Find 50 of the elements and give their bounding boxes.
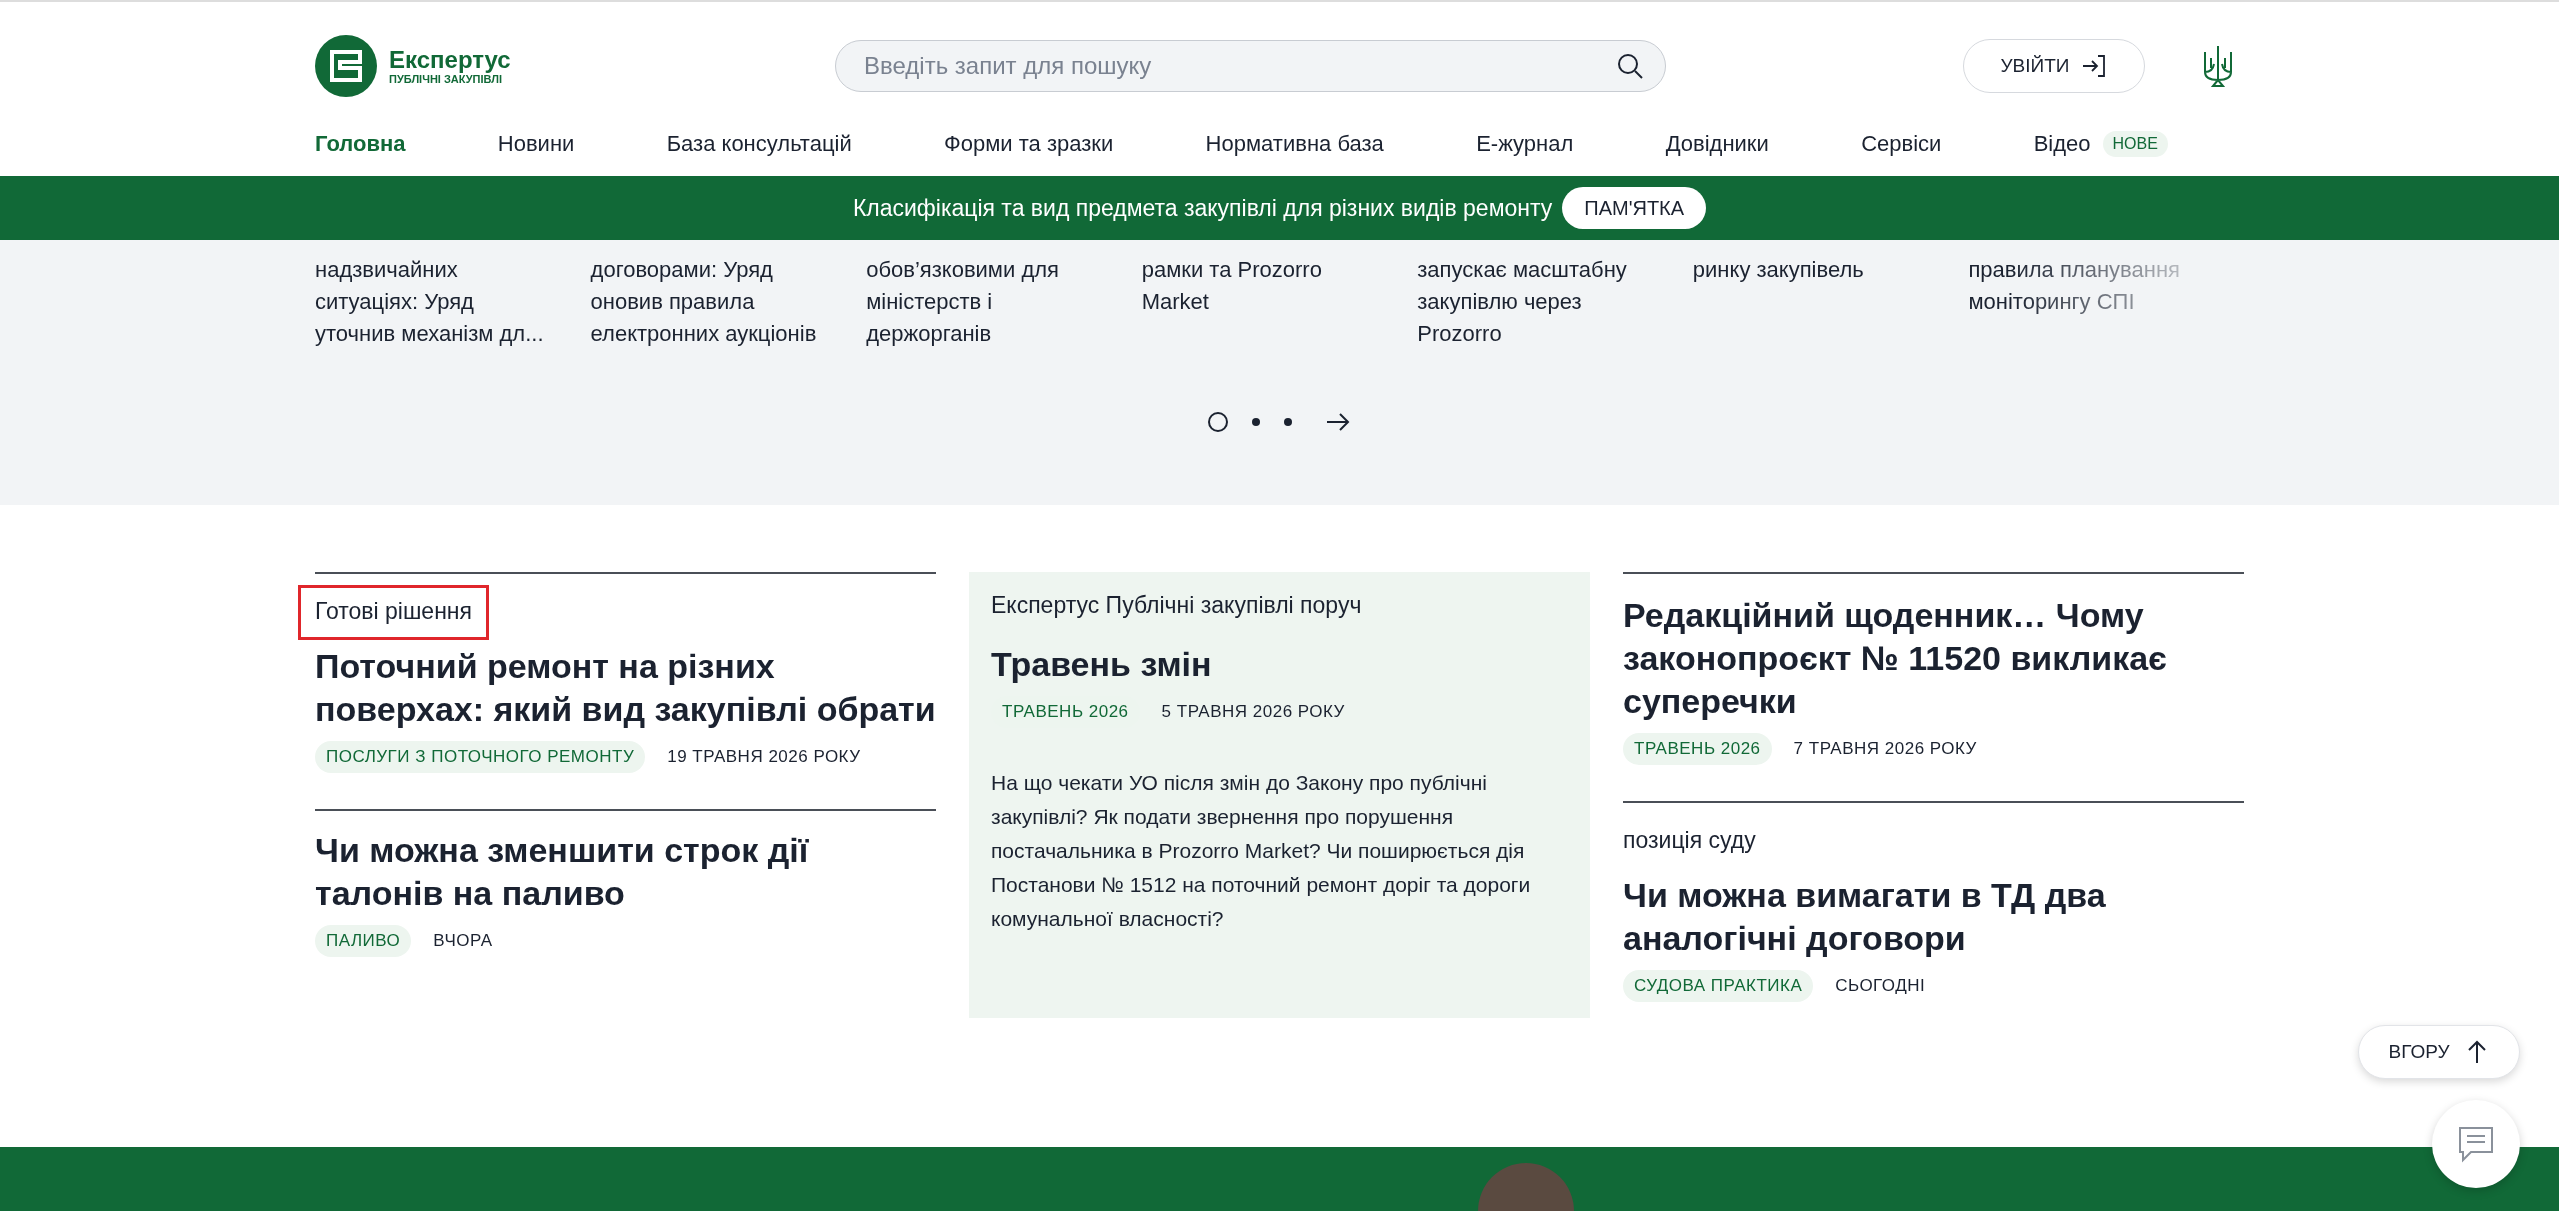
- nav-link[interactable]: Новини: [497, 131, 575, 157]
- news-card-text[interactable]: запускає масштабну закупівлю через Prozorro: [1417, 254, 1693, 350]
- date-text: 19 ТРАВНЯ 2026 РОКУ: [667, 747, 861, 767]
- tag-chip[interactable]: СУДОВА ПРАКТИКА: [1623, 970, 1814, 1002]
- date-text: СЬОГОДНІ: [1835, 976, 1926, 996]
- nav-link[interactable]: Нормативна база: [1205, 131, 1384, 157]
- login-button[interactable]: УВІЙТИ: [1963, 39, 2145, 93]
- article-title[interactable]: Чи можна зменшити строк дії талонів на паливо: [315, 829, 936, 915]
- section-label[interactable]: Готові рішення: [301, 588, 486, 637]
- pager-dot[interactable]: [1251, 418, 1260, 426]
- article-title[interactable]: Чи можна вимагати в ТД два аналогічні договори: [1623, 874, 2244, 960]
- banner-text[interactable]: Класифікація та вид предмета закупівлі для різних видів ремонту: [852, 194, 1553, 222]
- category-label: позиція суду: [1623, 827, 1757, 854]
- news-card-text[interactable]: надзвичайних ситуаціях: Уряд уточнив механізм дл...: [315, 254, 591, 350]
- pager-dot[interactable]: [1283, 418, 1292, 426]
- news-card-text[interactable]: ринку закупівель: [1692, 254, 1969, 350]
- nav-link[interactable]: База консультацій: [666, 131, 852, 157]
- date-text: 7 ТРАВНЯ 2026 РОКУ: [1793, 739, 1977, 759]
- nav-link[interactable]: Відео НОВЕ: [2033, 131, 2168, 157]
- tag-chip[interactable]: ПОСЛУГИ З ПОТОЧНОГО РЕМОНТУ: [315, 741, 646, 773]
- logo-subtitle: ПУБЛІЧНІ ЗАКУПІВЛІ: [389, 73, 503, 85]
- news-card-text[interactable]: договорами: Уряд оновив правила електронних аукціонів: [590, 254, 867, 350]
- news-card-text[interactable]: рамки та Prozorro Market: [1141, 254, 1418, 350]
- nav-link[interactable]: Е-журнал: [1476, 131, 1574, 157]
- nav-link[interactable]: Сервіси: [1861, 131, 1942, 157]
- nav-link[interactable]: Головна: [315, 131, 406, 157]
- back-to-top-button[interactable]: ВГОРУ: [2358, 1025, 2520, 1079]
- new-badge: НОВЕ: [2102, 131, 2168, 157]
- news-card-text[interactable]: обов’язковими для міністерств і держорганів: [866, 254, 1142, 350]
- trident-icon[interactable]: [2201, 44, 2235, 88]
- logo-icon[interactable]: [315, 35, 377, 97]
- date-text: ВЧОРА: [433, 931, 493, 951]
- article-title[interactable]: Травень змін: [991, 643, 1568, 686]
- memo-button[interactable]: ПАМ'ЯТКА: [1562, 187, 1707, 229]
- tag-chip[interactable]: ПАЛИВО: [315, 925, 412, 957]
- logo-name[interactable]: Експертус: [389, 47, 511, 73]
- login-icon[interactable]: [2081, 53, 2108, 79]
- chat-icon[interactable]: [2457, 1125, 2495, 1163]
- search-field[interactable]: Введіть запит для пошуку: [835, 40, 1666, 92]
- card-label: Експертус Публічні закупівлі поруч: [991, 592, 1363, 619]
- article-title[interactable]: Поточний ремонт на різних поверхах: який вид закупівлі обрати: [315, 645, 936, 731]
- nav-link[interactable]: Форми та зразки: [944, 131, 1114, 157]
- search-icon[interactable]: [1616, 52, 1644, 80]
- date-text: 5 ТРАВНЯ 2026 РОКУ: [1161, 702, 1345, 722]
- article-title[interactable]: Редакційний щоденник… Чому законопроєкт № 11520 викликає суперечки: [1623, 594, 2244, 723]
- tag-chip[interactable]: ТРАВЕНЬ 2026: [1623, 733, 1772, 765]
- article-summary: На що чекати УО після змін до Закону про публічні закупівлі? Як подати звернення про порушення постачальника в Prozorro Market? Чи поширюється дія Постанови № 1512 на поточний ремонт доріг та дороги комунальної власності?: [991, 770, 1532, 932]
- nav-link[interactable]: Довідники: [1665, 131, 1769, 157]
- pager-dot[interactable]: [1207, 412, 1228, 432]
- news-card-text[interactable]: правила планування моніторингу СПІ: [1968, 254, 2244, 350]
